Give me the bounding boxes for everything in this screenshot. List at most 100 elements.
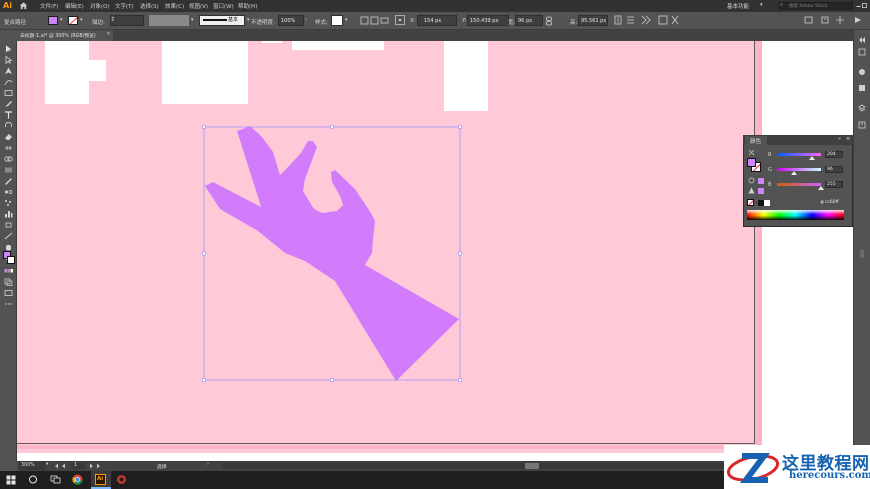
windows-start-icon[interactable] xyxy=(6,475,16,485)
artboard-tool-icon[interactable] xyxy=(4,221,13,229)
search-icon[interactable] xyxy=(28,474,38,485)
chevron-down-icon[interactable]: ▾ xyxy=(345,17,348,23)
selection-handle[interactable] xyxy=(202,378,206,382)
chevron-down-icon[interactable]: ▾ xyxy=(60,17,63,23)
letter-shape[interactable] xyxy=(262,41,282,43)
color-panel-icon[interactable] xyxy=(858,68,866,76)
align-icons[interactable] xyxy=(360,15,390,26)
graph-tool-icon[interactable] xyxy=(4,210,13,218)
scrollbar-thumb[interactable] xyxy=(525,463,539,469)
eraser-tool-icon[interactable] xyxy=(4,133,13,141)
hand-tool-icon[interactable] xyxy=(4,243,13,251)
letter-shape[interactable] xyxy=(444,41,488,111)
panel-options-icons[interactable] xyxy=(800,14,870,26)
direct-selection-tool-icon[interactable] xyxy=(4,56,13,64)
maximize-icon[interactable] xyxy=(862,1,867,10)
type-tool-icon[interactable] xyxy=(4,111,13,119)
fill-color-swatch[interactable] xyxy=(48,16,58,25)
menu-item[interactable]: 窗口(W) xyxy=(213,2,234,10)
home-icon[interactable] xyxy=(19,1,28,10)
reference-point-icon[interactable] xyxy=(395,15,405,25)
menu-item[interactable]: 文件(F) xyxy=(40,2,58,10)
letter-shape[interactable] xyxy=(89,60,106,81)
transform-icons[interactable] xyxy=(612,14,682,26)
selection-handle[interactable] xyxy=(458,251,462,256)
channel-slider-thumb[interactable] xyxy=(809,156,816,160)
letter-shape[interactable] xyxy=(45,41,89,104)
letter-shape[interactable] xyxy=(292,41,384,50)
chevron-right-icon[interactable]: › xyxy=(305,17,307,23)
channel-slider-thumb[interactable] xyxy=(790,171,797,175)
collapse-icon[interactable]: « xyxy=(838,136,841,142)
menu-item[interactable]: 选择(S) xyxy=(140,2,159,10)
artboard-navigation[interactable] xyxy=(52,461,172,471)
slice-tool-icon[interactable] xyxy=(4,232,13,240)
pen-tool-icon[interactable] xyxy=(4,67,13,75)
constrain-proportions-icon[interactable] xyxy=(545,16,553,26)
task-view-icon[interactable] xyxy=(50,474,61,485)
stroke-swatch[interactable] xyxy=(7,256,15,264)
menu-item[interactable]: 对象(O) xyxy=(90,2,110,10)
stepper-icon[interactable]: ⇕ xyxy=(110,16,115,23)
chevron-down-icon[interactable]: ▾ xyxy=(46,462,48,467)
menu-item[interactable]: 效果(C) xyxy=(165,2,184,10)
artboard-number[interactable]: 1 xyxy=(74,463,77,468)
selection-handle[interactable] xyxy=(458,125,462,129)
swatches-panel-icon[interactable] xyxy=(858,84,866,92)
selection-tool-icon[interactable] xyxy=(4,45,13,53)
menu-item[interactable]: 视图(V) xyxy=(189,2,208,10)
workspace-switcher[interactable]: 基本功能 xyxy=(727,2,749,10)
letter-shape[interactable] xyxy=(162,41,248,104)
canvas-area[interactable] xyxy=(17,41,853,461)
stroke-color-swatch[interactable] xyxy=(68,16,78,25)
menu-item[interactable]: 编辑(E) xyxy=(65,2,84,10)
menu-item[interactable]: 文字(T) xyxy=(115,2,134,10)
symbol-sprayer-tool-icon[interactable] xyxy=(4,199,13,207)
dock-collapse-icon[interactable] xyxy=(858,36,866,44)
panel-menu-icon[interactable]: ≡ xyxy=(846,136,850,142)
rectangle-tool-icon[interactable] xyxy=(4,89,13,97)
selection-handle[interactable] xyxy=(330,125,334,129)
variable-width-profile[interactable] xyxy=(149,15,189,26)
recorder-icon[interactable] xyxy=(116,474,127,485)
graphic-style-swatch[interactable] xyxy=(331,15,343,26)
blend-tool-icon[interactable] xyxy=(4,188,13,196)
chevron-down-icon[interactable]: ▾ xyxy=(191,17,194,23)
selection-handle[interactable] xyxy=(202,125,206,129)
hex-value[interactable]: cc60ff xyxy=(825,200,839,205)
white-swatch[interactable] xyxy=(764,200,770,206)
chevron-down-icon[interactable]: ▾ xyxy=(80,17,83,23)
more-tools-icon[interactable] xyxy=(4,300,13,308)
minimize-icon[interactable] xyxy=(856,1,861,10)
properties-panel-icon[interactable] xyxy=(858,48,866,56)
dock-scroll-icon[interactable] xyxy=(858,250,866,258)
chevron-down-icon[interactable]: ▾ xyxy=(247,17,250,23)
drawing-modes-icon[interactable] xyxy=(4,278,13,286)
close-icon[interactable]: × xyxy=(106,31,111,37)
menu-item[interactable]: 帮助(H) xyxy=(238,2,257,10)
hand-shape[interactable] xyxy=(205,126,459,381)
selection-handle[interactable] xyxy=(202,251,206,256)
paintbrush-tool-icon[interactable] xyxy=(4,100,13,108)
fill-swatch[interactable] xyxy=(747,158,756,167)
chrome-icon[interactable] xyxy=(72,474,83,485)
layers-panel-icon[interactable] xyxy=(858,104,866,112)
shape-builder-tool-icon[interactable] xyxy=(4,155,13,163)
channel-slider-thumb[interactable] xyxy=(818,186,824,190)
chevron-right-icon[interactable]: › xyxy=(207,462,209,467)
eyedropper-tool-icon[interactable] xyxy=(4,177,13,185)
color-mode-icons[interactable] xyxy=(4,267,13,275)
in-gamut-swatch[interactable] xyxy=(758,178,764,184)
selection-handle[interactable] xyxy=(330,378,334,382)
none-color-icon[interactable] xyxy=(747,199,754,206)
stroke-weight-field[interactable] xyxy=(110,15,144,26)
gradient-tool-icon[interactable] xyxy=(4,166,13,174)
channel-slider[interactable] xyxy=(777,183,821,186)
screen-mode-icon[interactable] xyxy=(4,289,13,297)
rotate-tool-icon[interactable] xyxy=(4,122,13,130)
selection-handle[interactable] xyxy=(458,378,462,382)
libraries-panel-icon[interactable] xyxy=(858,121,866,129)
web-safe-swatch[interactable] xyxy=(758,188,764,194)
chevron-down-icon[interactable]: ▾ xyxy=(760,2,763,8)
curvature-tool-icon[interactable] xyxy=(4,78,13,86)
